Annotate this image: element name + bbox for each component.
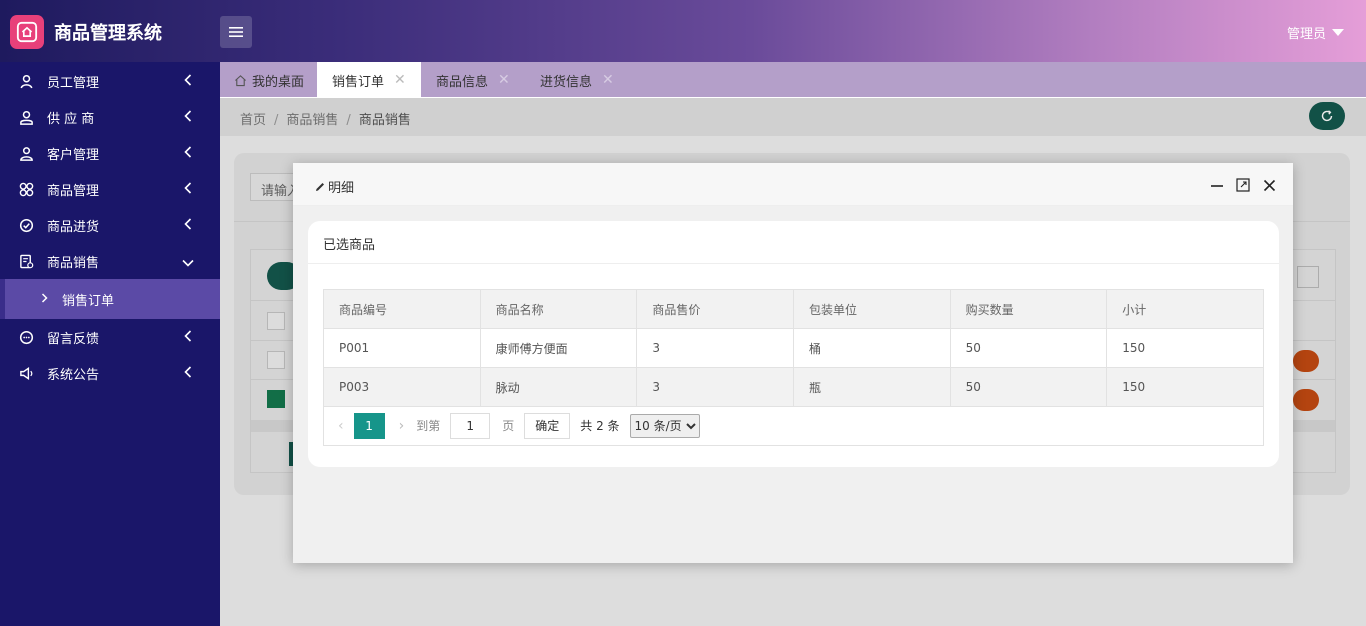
column-header[interactable]: 小计 xyxy=(1106,289,1264,329)
receipt-icon xyxy=(18,253,34,269)
tab-sales-orders[interactable]: 销售订单 ✕ xyxy=(317,62,421,98)
sidebar-item-products[interactable]: 商品管理 xyxy=(0,171,220,207)
divider xyxy=(308,263,1279,264)
sidebar-item-employees[interactable]: 员工管理 xyxy=(0,63,220,99)
tab-bar: 我的桌面 销售订单 ✕ 商品信息 ✕ 进货信息 ✕ xyxy=(220,62,1366,98)
total-count: 共 2 条 xyxy=(580,419,620,433)
minimize-icon[interactable] xyxy=(1208,176,1226,194)
chevron-down-icon xyxy=(182,256,194,271)
modal-title: 明细 xyxy=(315,177,354,196)
table-cell: 3 xyxy=(636,328,794,368)
selected-products-table: 商品编号 商品名称 商品售价 包装单位 购买数量 小计 P001 康师傅方便面 … xyxy=(323,289,1264,407)
close-icon[interactable]: ✕ xyxy=(498,72,510,88)
selected-products-panel: 已选商品 商品编号 商品名称 商品售价 包装单位 购买数量 小计 P001 康师… xyxy=(308,221,1279,467)
user-name: 管理员 xyxy=(1286,27,1326,42)
modal-header: 明细 xyxy=(293,163,1293,206)
chevron-left-icon xyxy=(184,366,192,382)
page-number-input[interactable] xyxy=(450,412,491,439)
home-logo-icon xyxy=(10,15,44,49)
column-header[interactable]: 包装单位 xyxy=(792,289,951,329)
sidebar-subitem-sales-orders[interactable]: 销售订单 xyxy=(0,279,220,319)
app-title: 商品管理系统 xyxy=(54,23,162,44)
maximize-icon[interactable] xyxy=(1234,176,1252,194)
message-icon xyxy=(18,329,34,345)
chevron-left-icon xyxy=(184,110,192,126)
tab-product-info[interactable]: 商品信息 ✕ xyxy=(436,62,510,98)
app-header: 商品管理系统 管理员 xyxy=(0,0,1366,62)
table-cell: 康师傅方便面 xyxy=(479,328,638,368)
table-row[interactable]: P003 脉动 3 瓶 50 150 xyxy=(323,367,1264,407)
chevron-left-icon xyxy=(184,330,192,346)
table-header-row: 商品编号 商品名称 商品售价 包装单位 购买数量 小计 xyxy=(323,289,1264,329)
grid-icon xyxy=(18,181,34,197)
table-cell: P003 xyxy=(323,367,481,407)
pencil-icon xyxy=(315,182,325,192)
table-cell: 桶 xyxy=(792,328,951,368)
table-cell: 50 xyxy=(949,367,1108,407)
chevron-left-icon xyxy=(184,182,192,198)
sidebar-item-feedback[interactable]: 留言反馈 xyxy=(0,319,220,355)
table-cell: 150 xyxy=(1106,328,1264,368)
person-icon xyxy=(18,109,34,125)
menu-toggle-button[interactable] xyxy=(220,16,252,48)
tab-label: 我的桌面 xyxy=(252,74,305,90)
hamburger-icon xyxy=(229,27,243,37)
column-header[interactable]: 商品编号 xyxy=(323,289,481,329)
prev-page-icon[interactable]: ‹ xyxy=(338,418,344,434)
sidebar-item-label: 系统公告 xyxy=(47,367,100,383)
tab-desktop[interactable]: 我的桌面 xyxy=(234,62,304,98)
megaphone-icon xyxy=(18,365,34,381)
chevron-left-icon xyxy=(184,74,192,90)
sidebar-item-label: 商品销售 xyxy=(47,255,100,271)
chevron-left-icon xyxy=(184,146,192,162)
users-icon xyxy=(18,145,34,161)
table-cell: 50 xyxy=(949,328,1108,368)
sidebar-item-announcements[interactable]: 系统公告 xyxy=(0,355,220,391)
confirm-page-button[interactable]: 确定 xyxy=(524,412,571,439)
next-page-icon[interactable]: › xyxy=(399,418,405,434)
sidebar-item-suppliers[interactable]: 供 应 商 xyxy=(0,99,220,135)
sidebar: 员工管理 供 应 商 客户管理 商品管理 商品进货 商品销售 销售订单 留言反馈… xyxy=(0,62,220,626)
home-icon xyxy=(234,74,247,87)
table-cell: 150 xyxy=(1106,367,1264,407)
sidebar-item-customers[interactable]: 客户管理 xyxy=(0,135,220,171)
tab-label: 商品信息 xyxy=(436,74,489,90)
user-tie-icon xyxy=(18,73,34,89)
sidebar-item-label: 商品管理 xyxy=(47,183,100,199)
tab-purchase-info[interactable]: 进货信息 ✕ xyxy=(540,62,614,98)
sidebar-item-purchasing[interactable]: 商品进货 xyxy=(0,207,220,243)
close-icon[interactable] xyxy=(1260,176,1278,194)
tab-label: 进货信息 xyxy=(540,74,593,90)
column-header[interactable]: 商品售价 xyxy=(636,289,794,329)
table-cell: 脉动 xyxy=(479,367,638,407)
pagination: ‹ 1 › 到第 页 确定 共 2 条 10 条/页 xyxy=(323,406,1264,446)
goto-label: 到第 xyxy=(416,419,441,433)
chevron-left-icon xyxy=(184,218,192,234)
user-menu[interactable]: 管理员 xyxy=(1287,23,1344,42)
sidebar-item-label: 员工管理 xyxy=(47,75,100,91)
sidebar-item-label: 客户管理 xyxy=(47,147,100,163)
column-header[interactable]: 购买数量 xyxy=(949,289,1108,329)
table-cell: 3 xyxy=(636,367,794,407)
sidebar-item-label: 商品进货 xyxy=(47,219,100,235)
current-page[interactable]: 1 xyxy=(353,412,385,439)
tab-label: 销售订单 xyxy=(332,74,385,90)
table-row[interactable]: P001 康师傅方便面 3 桶 50 150 xyxy=(323,328,1264,368)
sidebar-item-label: 留言反馈 xyxy=(47,331,100,347)
table-cell: 瓶 xyxy=(792,367,951,407)
table-cell: P001 xyxy=(323,328,481,368)
page-size-select[interactable]: 10 条/页 xyxy=(629,413,700,438)
sidebar-item-sales[interactable]: 商品销售 xyxy=(0,243,220,279)
close-icon[interactable]: ✕ xyxy=(602,72,614,88)
sidebar-subitem-label: 销售订单 xyxy=(62,293,115,309)
page-unit-label: 页 xyxy=(502,419,515,433)
detail-modal: 明细 已选商品 商品编号 商品名称 商品售价 包装单位 购买数量 小计 P001 xyxy=(293,163,1293,563)
chevron-right-icon xyxy=(41,292,48,307)
panel-title: 已选商品 xyxy=(323,238,376,253)
check-circle-icon xyxy=(18,217,34,233)
caret-down-icon xyxy=(1332,29,1344,36)
sidebar-item-label: 供 应 商 xyxy=(47,111,95,127)
column-header[interactable]: 商品名称 xyxy=(479,289,638,329)
close-icon[interactable]: ✕ xyxy=(394,72,406,88)
